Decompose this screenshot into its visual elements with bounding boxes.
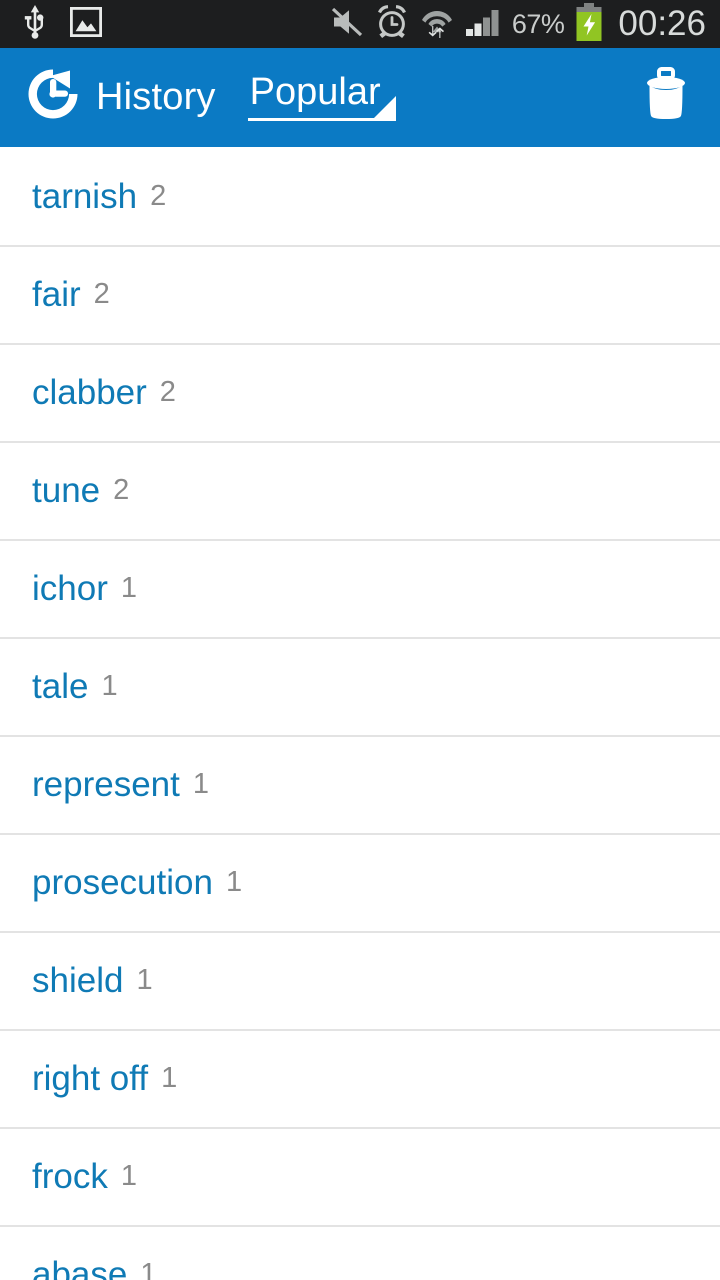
list-item-count: 1 [140,1257,157,1280]
battery-percent-label: 67% [511,8,565,39]
list-item[interactable]: tale 1 [0,637,720,735]
list-item-word: represent [32,764,180,804]
list-item[interactable]: represent 1 [0,735,720,833]
list-item[interactable]: right off 1 [0,1029,720,1127]
list-item-word: clabber [32,372,147,412]
screenshot-image-icon [69,6,103,42]
list-item-count: 1 [101,669,118,702]
wifi-icon [420,5,454,44]
chevron-down-icon [373,95,396,118]
list-item[interactable]: fair 2 [0,245,720,343]
list-item-word: abase [32,1254,128,1280]
status-bar-right-icons: 67% 00:26 [330,2,706,46]
list-item-count: 1 [120,571,138,604]
status-bar: 67% 00:26 [0,0,720,48]
list-item-count: 1 [136,963,153,996]
battery-charging-icon [575,2,603,46]
popular-spinner[interactable]: Popular [247,73,396,121]
list-item-word: frock [32,1156,108,1196]
list-item-count: 2 [150,179,167,212]
list-item-word: tune [32,470,101,510]
page-title: History [96,75,216,118]
history-word-list[interactable]: tarnish 2 fair 2 clabber 2 tune 2 ichor 1 tale 1 rep… [0,147,720,1280]
delete-history-button[interactable] [634,66,698,130]
list-item-word: tarnish [32,176,138,216]
history-icon [22,63,84,130]
spinner-underline [247,117,396,121]
status-bar-left-icons [22,4,103,44]
list-item-word: prosecution [32,862,213,902]
list-item[interactable]: tune 2 [0,441,720,539]
list-item[interactable]: prosecution 1 [0,833,720,931]
status-bar-clock: 00:26 [618,4,706,43]
mute-icon [330,6,364,43]
list-item-count: 2 [93,277,110,310]
list-item[interactable]: abase 1 [0,1225,720,1280]
list-item-word: shield [32,960,124,1000]
alarm-icon [375,4,409,44]
list-item-count: 1 [225,865,243,898]
list-item-count: 1 [120,1159,137,1192]
list-item-count: 2 [159,375,176,408]
list-item-word: right off [32,1058,149,1098]
list-item-word: fair [32,274,81,314]
list-item[interactable]: shield 1 [0,931,720,1029]
list-item[interactable]: ichor 1 [0,539,720,637]
trash-icon [640,67,692,128]
list-item[interactable]: frock 1 [0,1127,720,1225]
list-item[interactable]: clabber 2 [0,343,720,441]
list-item-count: 1 [161,1061,178,1094]
list-item[interactable]: tarnish 2 [0,147,720,245]
list-item-word: tale [32,666,89,706]
signal-icon [465,6,501,43]
list-item-count: 1 [192,767,210,800]
list-item-count: 2 [113,473,130,506]
usb-icon [22,4,48,44]
action-bar: History Popular [0,48,720,147]
list-item-word: ichor [32,568,108,608]
